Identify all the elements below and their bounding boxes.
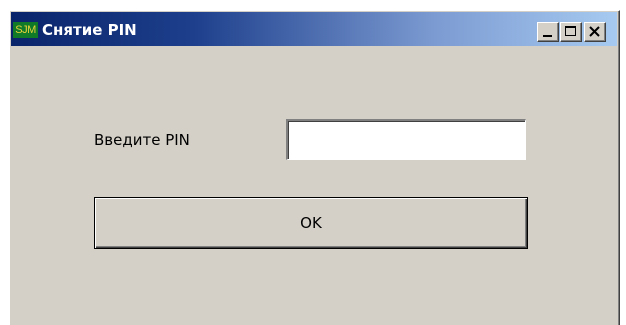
minimize-icon [543,35,552,37]
close-icon [589,26,600,37]
maximize-icon [565,26,576,36]
pin-label: Введите PIN [94,131,190,149]
pin-dialog-window: SJM Снятие PIN Введите PIN OK [9,10,620,325]
app-icon: SJM [13,22,38,38]
close-button[interactable] [584,22,606,42]
title-bar[interactable]: SJM Снятие PIN [11,12,617,46]
minimize-button[interactable] [537,22,559,42]
window-title: Снятие PIN [42,21,137,39]
maximize-button[interactable] [560,22,582,42]
pin-input[interactable] [286,119,526,160]
ok-button[interactable]: OK [94,197,528,249]
